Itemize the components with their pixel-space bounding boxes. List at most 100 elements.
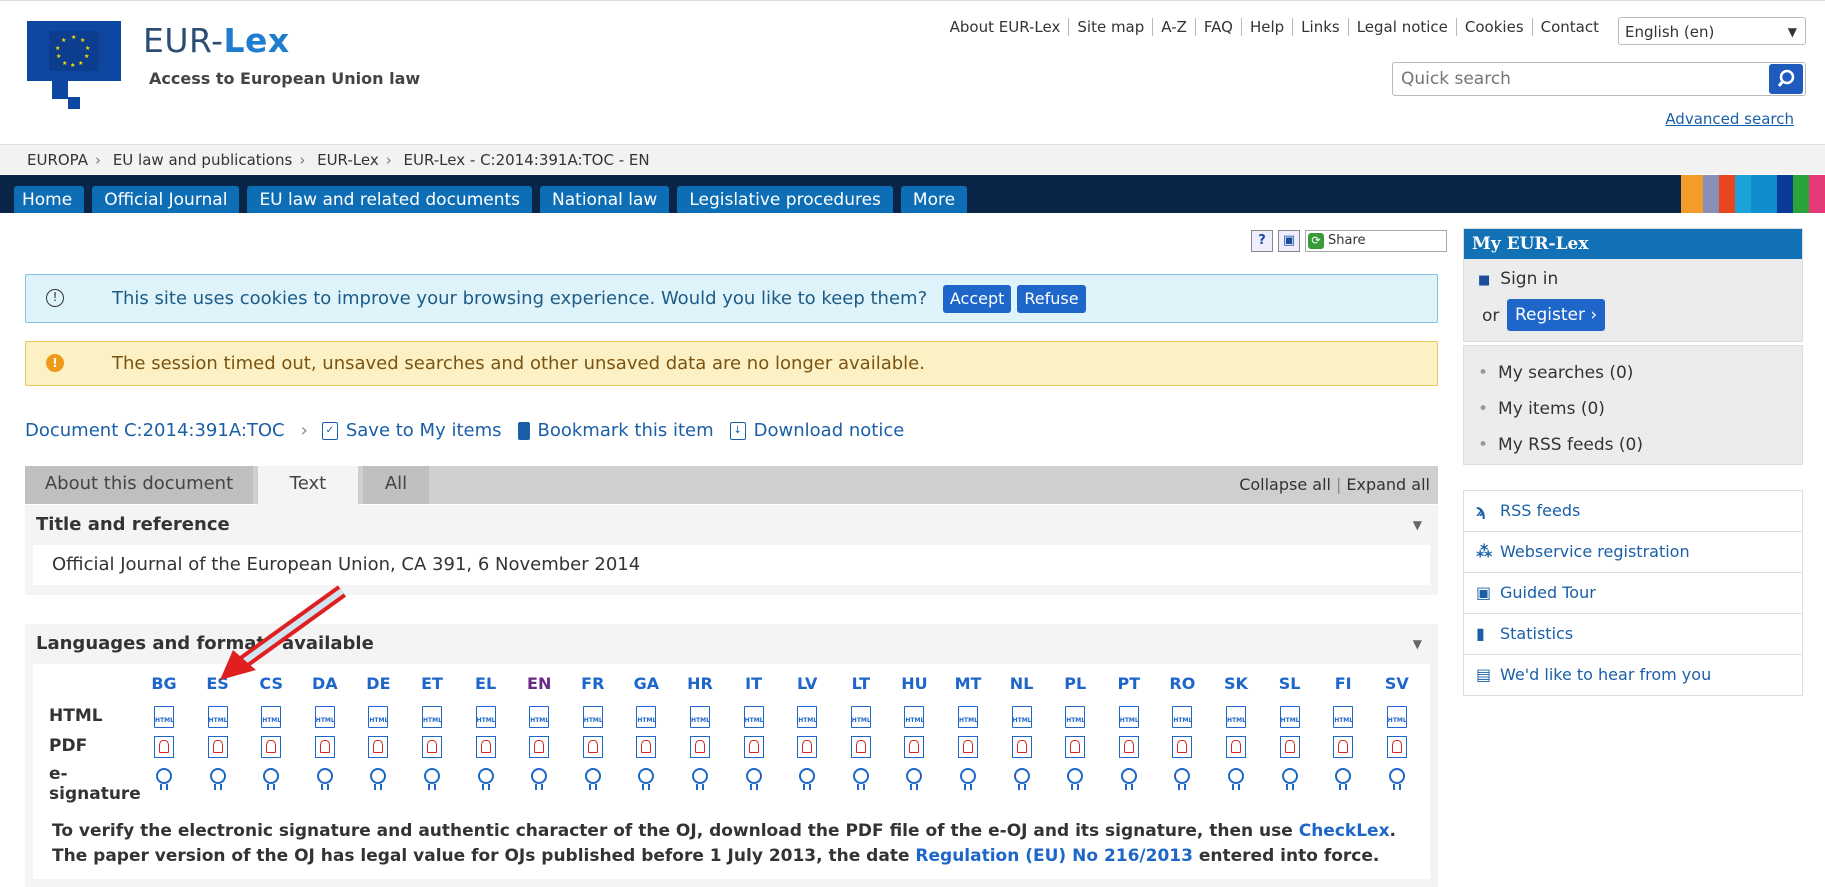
html-file-icon[interactable]: HTML (958, 706, 978, 728)
pdf-file-icon[interactable] (904, 736, 925, 758)
tab-all[interactable]: All (363, 466, 429, 504)
pdf-file-icon[interactable] (797, 736, 818, 758)
nav-tab-eu-law[interactable]: EU law and related documents (247, 186, 533, 213)
e-signature-icon[interactable] (316, 768, 333, 790)
e-signature-icon[interactable] (1335, 768, 1352, 790)
language-sv[interactable]: SV (1377, 674, 1417, 693)
pdf-file-icon[interactable] (1172, 736, 1193, 758)
html-file-icon[interactable]: HTML (1172, 706, 1193, 728)
language-sk[interactable]: SK (1216, 674, 1256, 693)
expand-all-link[interactable]: Expand all (1346, 475, 1430, 494)
pdf-file-icon[interactable] (1386, 736, 1407, 758)
html-file-icon[interactable]: HTML (1226, 706, 1246, 728)
html-file-icon[interactable]: HTML (1065, 706, 1086, 728)
language-lt[interactable]: LT (841, 674, 881, 693)
language-it[interactable]: IT (734, 674, 774, 693)
html-file-icon[interactable]: HTML (904, 706, 925, 728)
nav-tab-home[interactable]: Home (14, 186, 85, 213)
language-sl[interactable]: SL (1270, 674, 1310, 693)
e-signature-icon[interactable] (424, 768, 440, 790)
language-pl[interactable]: PL (1055, 674, 1095, 693)
top-link-help[interactable]: Help (1240, 18, 1292, 36)
collapse-triangle-icon[interactable]: ▼ (1413, 624, 1422, 664)
save-to-my-items-link[interactable]: ✓ Save to My items (321, 420, 502, 441)
e-signature-icon[interactable] (370, 768, 387, 790)
pdf-file-icon[interactable] (314, 736, 335, 758)
html-file-icon[interactable]: HTML (1279, 706, 1300, 728)
e-signature-icon[interactable] (1120, 768, 1137, 790)
nav-tab-more[interactable]: More (900, 186, 968, 213)
language-en[interactable]: EN (519, 674, 559, 693)
search-button[interactable] (1769, 64, 1803, 94)
top-link-cookies[interactable]: Cookies (1455, 18, 1532, 36)
html-file-icon[interactable]: HTML (797, 706, 818, 728)
side-link[interactable]: ▤ We'd like to hear from you (1464, 654, 1802, 695)
html-file-icon[interactable]: HTML (743, 706, 764, 728)
top-link-links[interactable]: Links (1292, 18, 1348, 36)
e-signature-icon[interactable] (584, 768, 601, 790)
language-hr[interactable]: HR (680, 674, 720, 693)
pdf-file-icon[interactable] (422, 736, 442, 758)
html-file-icon[interactable]: HTML (154, 706, 174, 728)
e-signature-icon[interactable] (156, 768, 172, 790)
breadcrumb-item[interactable]: EUR-Lex (317, 151, 379, 169)
e-signature-icon[interactable] (638, 768, 655, 790)
pdf-file-icon[interactable] (529, 736, 550, 758)
eu-logo-icon[interactable]: ★ ★ ★ ★ ★ ★ ★ ★ ★ ★ (27, 21, 121, 81)
language-ga[interactable]: GA (626, 674, 666, 693)
side-link[interactable]: ⁂ Webservice registration (1464, 531, 1802, 572)
breadcrumb-item[interactable]: EU law and publications (113, 151, 292, 169)
bookmark-link[interactable]: Bookmark this item (517, 420, 714, 441)
language-lv[interactable]: LV (787, 674, 827, 693)
language-fi[interactable]: FI (1323, 674, 1363, 693)
e-signature-icon[interactable] (1067, 768, 1084, 790)
checklex-link[interactable]: CheckLex (1299, 821, 1390, 841)
e-signature-icon[interactable] (799, 768, 816, 790)
language-ro[interactable]: RO (1162, 674, 1202, 693)
tab-text[interactable]: Text (258, 466, 358, 505)
quick-search-input[interactable] (1392, 62, 1806, 96)
language-cs[interactable]: CS (251, 674, 291, 693)
my-searches-link[interactable]: • My searches (0) (1478, 363, 1633, 383)
help-icon[interactable]: ? (1251, 230, 1273, 252)
html-file-icon[interactable]: HTML (314, 706, 335, 728)
top-link-az[interactable]: A-Z (1152, 18, 1195, 36)
panel-header[interactable]: Languages and formats available ▼ (25, 624, 1438, 664)
pdf-file-icon[interactable] (368, 736, 389, 758)
my-rss-feeds-link[interactable]: • My RSS feeds (0) (1478, 435, 1643, 455)
register-button[interactable]: Register › (1507, 299, 1606, 331)
pdf-file-icon[interactable] (1065, 736, 1086, 758)
language-et[interactable]: ET (412, 674, 452, 693)
html-file-icon[interactable]: HTML (261, 706, 282, 728)
side-link[interactable]: ϡ RSS feeds (1464, 491, 1802, 531)
sign-in-link[interactable]: ■ Sign in (1478, 269, 1558, 289)
language-select[interactable]: English (en) ▼ (1618, 17, 1806, 45)
html-file-icon[interactable]: HTML (850, 706, 871, 728)
html-file-icon[interactable]: HTML (207, 706, 228, 728)
language-es[interactable]: ES (198, 674, 238, 693)
html-file-icon[interactable]: HTML (690, 706, 710, 728)
language-da[interactable]: DA (305, 674, 345, 693)
language-hu[interactable]: HU (894, 674, 934, 693)
nav-tab-legislative[interactable]: Legislative procedures (677, 186, 893, 213)
pdf-file-icon[interactable] (582, 736, 603, 758)
html-file-icon[interactable]: HTML (529, 706, 550, 728)
language-nl[interactable]: NL (1002, 674, 1042, 693)
pdf-file-icon[interactable] (743, 736, 764, 758)
pdf-file-icon[interactable] (1011, 736, 1032, 758)
html-file-icon[interactable]: HTML (1118, 706, 1139, 728)
e-signature-icon[interactable] (1228, 768, 1244, 790)
pdf-file-icon[interactable] (1333, 736, 1354, 758)
e-signature-icon[interactable] (477, 768, 494, 790)
refuse-button[interactable]: Refuse (1017, 285, 1086, 313)
language-de[interactable]: DE (358, 674, 398, 693)
top-link-contact[interactable]: Contact (1531, 18, 1607, 36)
pdf-file-icon[interactable] (850, 736, 871, 758)
e-signature-icon[interactable] (263, 768, 280, 790)
pdf-file-icon[interactable] (958, 736, 978, 758)
tab-about-document[interactable]: About this document (25, 466, 253, 504)
side-link[interactable]: ▮ Statistics (1464, 613, 1802, 654)
language-pt[interactable]: PT (1109, 674, 1149, 693)
html-file-icon[interactable]: HTML (475, 706, 496, 728)
e-signature-icon[interactable] (852, 768, 869, 790)
